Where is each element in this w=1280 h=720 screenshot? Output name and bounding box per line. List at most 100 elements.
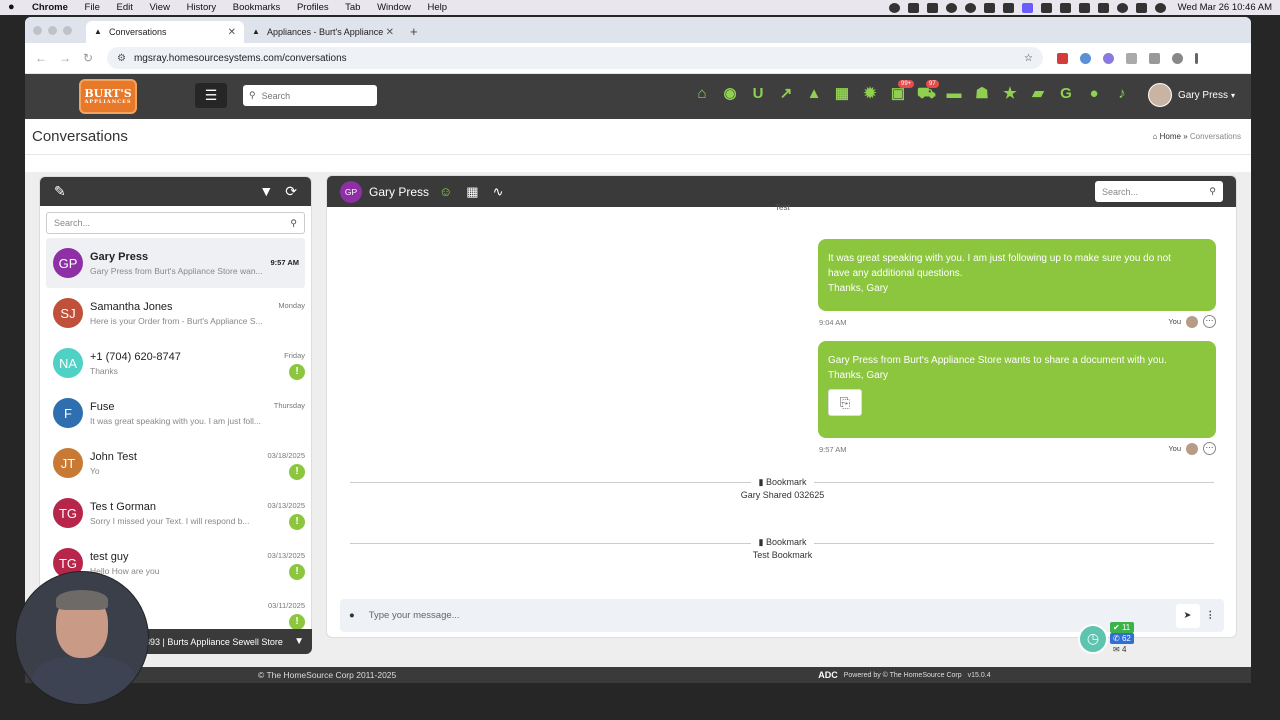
- conversation-search-input[interactable]: Search... ⚲: [46, 212, 305, 234]
- puzzle-icon[interactable]: [1149, 52, 1160, 64]
- close-tab-icon[interactable]: ✕: [228, 27, 236, 38]
- folder-icon[interactable]: ▰: [1029, 85, 1047, 103]
- tab-appliances[interactable]: ▲ Appliances - Burt's Appliance ✕: [244, 21, 402, 43]
- menu-tab[interactable]: Tab: [345, 2, 360, 13]
- send-icon[interactable]: ➤: [1175, 603, 1200, 628]
- zoom-window-button[interactable]: [63, 25, 72, 35]
- url-field[interactable]: ⚙ mgsray.homesourcesystems.com/conversat…: [107, 47, 1043, 69]
- map-pin-icon[interactable]: ◉: [721, 85, 739, 103]
- menu-history[interactable]: History: [187, 2, 217, 13]
- graduation-cap-icon[interactable]: ▲: [805, 85, 823, 103]
- conversation-item[interactable]: TG Tes t Gorman Sorry I missed your Text. …: [40, 488, 311, 538]
- close-tab-icon[interactable]: ✕: [386, 27, 394, 38]
- menu-chrome[interactable]: Chrome: [32, 2, 68, 13]
- acrobat-extension-icon[interactable]: [1057, 52, 1068, 64]
- bluetooth-icon[interactable]: [1078, 2, 1090, 13]
- timer-icon[interactable]: ◷: [1078, 623, 1108, 654]
- profile-icon[interactable]: [1172, 52, 1183, 64]
- shield-icon[interactable]: [1040, 2, 1052, 13]
- conversation-item[interactable]: GP Gary Press Gary Press from Burt's Appli…: [46, 238, 305, 288]
- siri-icon[interactable]: [1154, 2, 1166, 13]
- minimize-window-button[interactable]: [48, 25, 57, 35]
- more-options-icon[interactable]: ⋯: [1203, 442, 1216, 455]
- message-input[interactable]: Type your message...: [369, 610, 460, 621]
- kebab-menu-icon[interactable]: ⋮: [1206, 610, 1216, 621]
- forward-icon[interactable]: →: [59, 51, 71, 65]
- avatar: SJ: [53, 298, 83, 328]
- bookmark-marker[interactable]: ▮ Bookmark: [327, 477, 1236, 488]
- message-thread[interactable]: Test It was great speaking with you. I a…: [327, 203, 1236, 637]
- breadcrumb-home[interactable]: Home: [1160, 132, 1181, 141]
- menu-file[interactable]: File: [85, 2, 100, 13]
- magnet-icon[interactable]: U: [749, 85, 767, 103]
- camera-icon[interactable]: [907, 2, 919, 13]
- spotlight-icon[interactable]: [1116, 2, 1128, 13]
- activity-icon[interactable]: ∿: [493, 184, 504, 200]
- menu-help[interactable]: Help: [428, 2, 448, 13]
- message-bubble[interactable]: It was great speaking with you. I am jus…: [818, 239, 1216, 311]
- bookmark-star-icon[interactable]: ☆: [1024, 53, 1033, 64]
- site-info-icon[interactable]: ⚙: [117, 53, 126, 64]
- compose-icon[interactable]: ✎: [54, 183, 66, 200]
- wifi-icon[interactable]: [1097, 2, 1109, 13]
- menu-window[interactable]: Window: [377, 2, 411, 13]
- chat-search-input[interactable]: Search... ⚲: [1095, 181, 1223, 202]
- filter-icon[interactable]: ▼: [259, 183, 273, 200]
- bell-icon[interactable]: ♪: [1113, 85, 1131, 103]
- activity-widget[interactable]: ◷ ✔ 11 ✆ 62 ✉ 4: [1078, 622, 1134, 655]
- new-tab-icon[interactable]: +: [410, 24, 418, 39]
- kebab-menu-icon[interactable]: [1195, 52, 1198, 64]
- control-center-icon[interactable]: [1135, 2, 1147, 13]
- extension-icon[interactable]: [1126, 52, 1137, 64]
- record-icon[interactable]: [964, 2, 976, 13]
- back-icon[interactable]: ←: [35, 51, 47, 65]
- pdf-icon[interactable]: ⎘: [828, 389, 862, 416]
- extension-icon[interactable]: [1103, 52, 1114, 64]
- webcam-overlay[interactable]: [15, 571, 149, 705]
- hamburger-menu-icon[interactable]: ☰: [195, 83, 227, 108]
- grid-icon[interactable]: ▦: [466, 184, 478, 200]
- chart-line-icon[interactable]: ↗: [777, 85, 795, 103]
- calculator-icon[interactable]: ▦: [833, 85, 851, 103]
- sun-icon[interactable]: [945, 2, 957, 13]
- message-bubble[interactable]: Gary Press from Burt's Appliance Store w…: [818, 341, 1216, 438]
- menu-bookmarks[interactable]: Bookmarks: [233, 2, 281, 13]
- screen-share-icon[interactable]: [1021, 2, 1033, 13]
- user-menu[interactable]: Gary Press ▾: [1147, 83, 1235, 107]
- microphone-icon[interactable]: ●: [349, 610, 355, 621]
- close-window-button[interactable]: [33, 25, 42, 35]
- users-icon[interactable]: ☗: [973, 85, 991, 103]
- contact-name[interactable]: Gary Press: [369, 185, 429, 199]
- menu-edit[interactable]: Edit: [117, 2, 133, 13]
- star-icon[interactable]: ★: [1001, 85, 1019, 103]
- clock[interactable]: Wed Mar 26 10:46 AM: [1178, 2, 1272, 13]
- reload-icon[interactable]: ↻: [83, 51, 93, 65]
- refresh-icon[interactable]: ⟳: [285, 183, 297, 200]
- apple-icon[interactable]: ●: [8, 2, 18, 13]
- tab-conversations[interactable]: ▲ Conversations ✕: [86, 21, 244, 43]
- more-options-icon[interactable]: ⋯: [1203, 315, 1216, 328]
- user-details-icon[interactable]: ☺: [439, 184, 452, 199]
- extension-icon[interactable]: [1080, 52, 1091, 64]
- conversation-item[interactable]: JT John Test Yo 03/18/2025!: [40, 438, 311, 488]
- battery-icon[interactable]: [1059, 2, 1071, 13]
- bookmark-marker[interactable]: ▮ Bookmark: [327, 537, 1236, 548]
- menu-profiles[interactable]: Profiles: [297, 2, 329, 13]
- briefcase-icon[interactable]: ▬: [945, 85, 963, 103]
- conversation-item[interactable]: F Fuse It was great speaking with you. I a…: [40, 388, 311, 438]
- malwarebytes-icon[interactable]: [1002, 2, 1014, 13]
- cart-icon[interactable]: ⛟ 97: [917, 80, 939, 103]
- google-icon[interactable]: G: [1057, 85, 1075, 103]
- header-search-input[interactable]: ⚲ Search: [243, 85, 377, 106]
- chat-bubble-icon[interactable]: ●: [1085, 85, 1103, 103]
- burts-logo[interactable]: BURT'S APPLIANCES: [79, 79, 137, 114]
- gear-icon[interactable]: [926, 2, 938, 13]
- conversation-item[interactable]: SJ Samantha Jones Here is your Order from …: [40, 288, 311, 338]
- leaf-icon[interactable]: [983, 2, 995, 13]
- menu-view[interactable]: View: [150, 2, 170, 13]
- register-icon[interactable]: ▣ 99+: [889, 80, 915, 103]
- zoom-icon[interactable]: [888, 2, 900, 13]
- home-icon[interactable]: ⌂: [693, 85, 711, 103]
- gear-icon[interactable]: ✹: [861, 85, 879, 103]
- conversation-item[interactable]: NA +1 (704) 620-8747 Thanks Friday!: [40, 338, 311, 388]
